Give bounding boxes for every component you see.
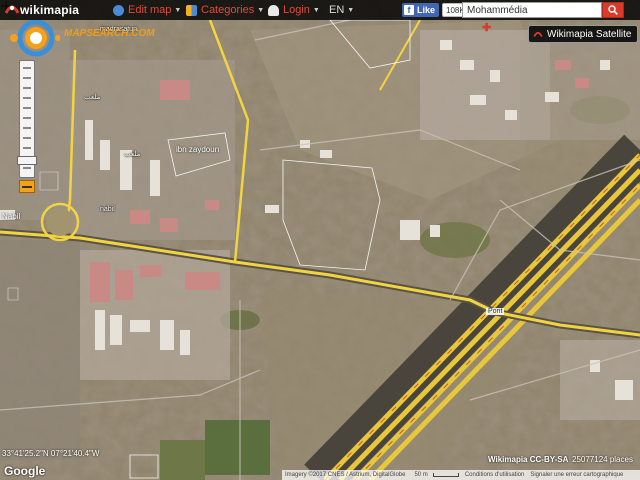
- search-icon: [608, 5, 618, 15]
- search-button[interactable]: [602, 2, 624, 18]
- scale-label: 50 m: [414, 472, 428, 478]
- google-logo: Google: [4, 464, 46, 478]
- categories-menu[interactable]: Categories ▼: [186, 0, 264, 20]
- minus-icon: [22, 185, 32, 188]
- categories-label: Categories: [201, 4, 255, 16]
- language-label: EN: [329, 4, 345, 16]
- wikimapia-logo-icon: [533, 31, 543, 37]
- mapsearch-logo[interactable]: MAPSEARCH.COM: [64, 28, 155, 39]
- map-type-label: Wikimapia Satellite: [547, 28, 632, 40]
- pan-control[interactable]: [8, 20, 60, 58]
- app-name: wikimapia: [20, 3, 80, 17]
- login-menu[interactable]: Login ▼: [268, 0, 320, 20]
- top-toolbar: wikimapia Edit map ▼ Categories ▼ Login …: [0, 0, 640, 20]
- imagery-attribution: Imagery ©2017 CNES / Astrium, DigitalGlo…: [285, 472, 406, 478]
- edit-map-menu[interactable]: Edit map ▼: [113, 0, 181, 20]
- facebook-like-button[interactable]: f Like: [402, 3, 440, 17]
- search-input[interactable]: [463, 3, 599, 17]
- facebook-like-widget[interactable]: f Like 108K: [402, 3, 469, 17]
- search-box[interactable]: [462, 2, 602, 18]
- chevron-down-icon: ▼: [347, 6, 355, 14]
- chevron-down-icon: ▼: [257, 6, 265, 14]
- map-label-small3: nabil: [100, 206, 115, 213]
- map-label-small1: ملعب: [84, 94, 101, 101]
- places-count: 25077124 places: [572, 455, 633, 464]
- facebook-icon: f: [404, 5, 414, 15]
- facebook-like-label: Like: [417, 5, 436, 15]
- satellite-map[interactable]: madrasatun ملعب ملعب nabil ibn zaydoun N…: [0, 0, 640, 480]
- language-menu[interactable]: EN ▼: [329, 0, 354, 20]
- wikimapia-logo-icon: [4, 5, 20, 14]
- map-label-small2: ملعب: [124, 151, 141, 158]
- zoom-out-button[interactable]: [19, 180, 35, 193]
- report-error-link[interactable]: Signaler une erreur cartographique: [527, 472, 626, 478]
- terms-link[interactable]: Conditions d'utilisation: [462, 472, 528, 478]
- place-label-nabil[interactable]: Nabil: [2, 212, 20, 221]
- zoom-slider-handle[interactable]: [17, 156, 37, 165]
- plus-marker-icon: ✚: [482, 22, 492, 34]
- license-label[interactable]: Wikimapia CC-BY-SA: [488, 455, 568, 464]
- place-label-ibn-zaydoun[interactable]: ibn zaydoun: [176, 145, 219, 154]
- map-type-button[interactable]: Wikimapia Satellite: [528, 25, 639, 43]
- road-label-pont: Pont: [486, 308, 505, 315]
- satellite-imagery: [0, 0, 640, 480]
- chevron-down-icon: ▼: [312, 6, 320, 14]
- coordinates-readout: 33°41'25.2"N 07°21'40.4"W: [2, 449, 100, 458]
- scale-indicator: 50 m: [408, 472, 461, 478]
- categories-icon: [186, 4, 197, 16]
- chevron-down-icon: ▼: [174, 6, 182, 14]
- login-label: Login: [283, 4, 310, 16]
- globe-icon: [113, 4, 124, 16]
- attribution-bar: Imagery ©2017 CNES / Astrium, DigitalGlo…: [282, 470, 640, 480]
- edit-map-label: Edit map: [128, 4, 172, 16]
- user-icon: [268, 4, 279, 16]
